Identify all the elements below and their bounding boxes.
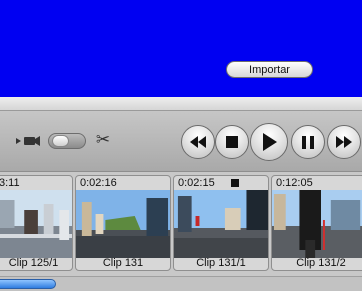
rewind-button[interactable] xyxy=(181,125,215,159)
clip-thumbnail xyxy=(174,190,268,258)
clip-thumbnail xyxy=(272,190,362,258)
clip-timecode: 0:12:05 xyxy=(276,177,313,189)
clip-name: Clip 131/2 xyxy=(296,257,346,269)
clip-thumbnail xyxy=(76,190,170,258)
play-icon xyxy=(263,133,277,151)
pause-button[interactable] xyxy=(291,125,325,159)
clip-item[interactable]: 0:12:05 Clip 131/2 xyxy=(271,175,362,271)
fast-forward-icon xyxy=(336,136,352,148)
clip-name: Clip 131/1 xyxy=(196,257,246,269)
play-button[interactable] xyxy=(250,123,288,161)
import-button[interactable]: Importar xyxy=(226,61,313,78)
clip-timecode: 3:11 xyxy=(0,177,20,189)
pause-icon xyxy=(302,135,314,149)
clip-timecode: 0:02:15 xyxy=(178,177,215,189)
clip-item[interactable]: 0:02:16 Clip 131 xyxy=(75,175,171,271)
mode-switch-knob[interactable] xyxy=(52,135,69,147)
panel-divider[interactable] xyxy=(0,97,362,111)
clip-timecode: 0:02:16 xyxy=(80,177,117,189)
video-viewer xyxy=(0,0,362,97)
scissors-icon[interactable]: ✂ xyxy=(93,130,113,150)
camera-icon[interactable] xyxy=(15,133,41,149)
rewind-icon xyxy=(190,136,206,148)
clip-browser: 3:11 Clip 125/1 0:02:16 Clip 131 0:02:15… xyxy=(0,172,362,275)
clip-thumbnail xyxy=(0,190,72,258)
stop-icon xyxy=(226,136,238,148)
marker-icon xyxy=(231,179,239,187)
clip-item[interactable]: 3:11 Clip 125/1 xyxy=(0,175,73,271)
fast-forward-button[interactable] xyxy=(327,125,361,159)
clip-item[interactable]: 0:02:15 Clip 131/1 xyxy=(173,175,269,271)
clip-name: Clip 131 xyxy=(102,257,144,269)
mode-switch[interactable] xyxy=(48,133,86,149)
horizontal-scrollbar[interactable] xyxy=(0,276,362,291)
scrollbar-thumb[interactable] xyxy=(0,279,56,289)
stop-button[interactable] xyxy=(215,125,249,159)
clip-name: Clip 125/1 xyxy=(8,257,59,269)
